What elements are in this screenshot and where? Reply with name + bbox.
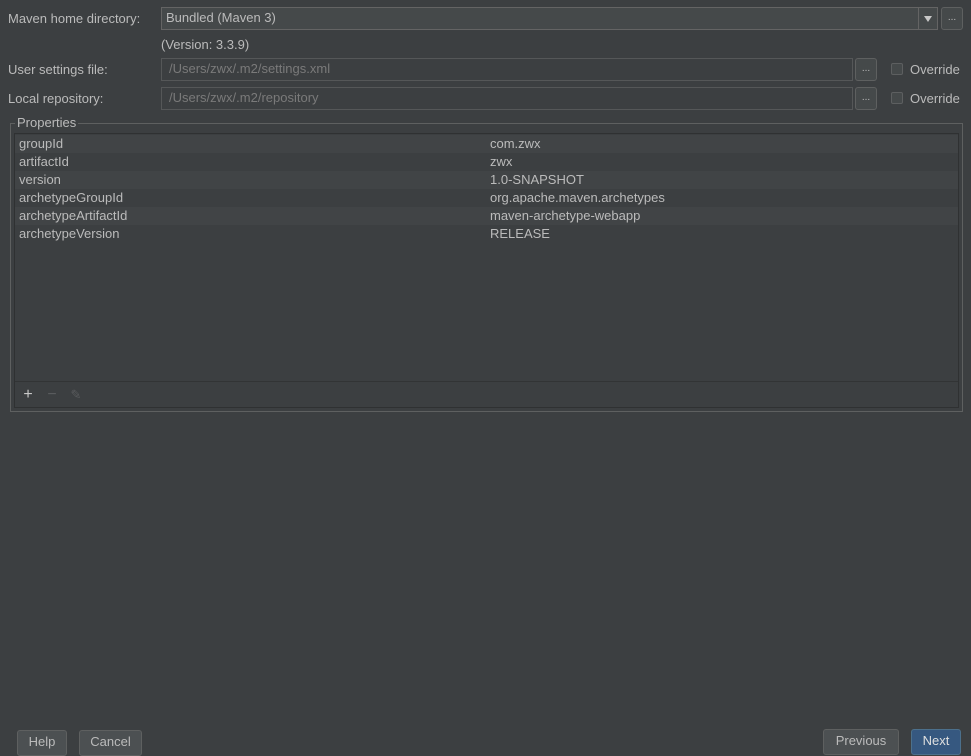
table-row[interactable]: artifactId zwx (15, 153, 958, 171)
local-repo-override-checkbox[interactable] (891, 92, 903, 104)
local-repo-field[interactable]: /Users/zwx/.m2/repository (161, 87, 853, 110)
local-repo-browse-button[interactable]: ... (855, 87, 877, 110)
property-key: archetypeGroupId (19, 190, 124, 205)
local-repo-override-label[interactable]: Override (910, 91, 960, 107)
user-settings-override-label[interactable]: Override (910, 62, 960, 78)
user-settings-value: /Users/zwx/.m2/settings.xml (169, 61, 331, 76)
property-value: maven-archetype-webapp (490, 208, 641, 223)
user-settings-browse-button[interactable]: ... (855, 58, 877, 81)
pencil-icon[interactable]: ✎ (69, 387, 83, 403)
user-settings-label: User settings file: (8, 62, 108, 77)
table-row[interactable]: version 1.0-SNAPSHOT (15, 171, 958, 189)
table-row[interactable]: archetypeGroupId org.apache.maven.archet… (15, 189, 958, 207)
properties-toolbar: + − ✎ (15, 381, 958, 408)
table-row[interactable]: archetypeArtifactId maven-archetype-weba… (15, 207, 958, 225)
maven-home-value: Bundled (Maven 3) (166, 10, 276, 25)
maven-home-dropdown-button[interactable] (918, 7, 938, 30)
user-settings-override-checkbox[interactable] (891, 63, 903, 75)
property-key: groupId (19, 136, 64, 151)
maven-version-note: (Version: 3.3.9) (161, 37, 250, 52)
properties-legend: Properties (15, 115, 79, 130)
property-key: archetypeVersion (19, 226, 120, 241)
property-value: org.apache.maven.archetypes (490, 190, 665, 205)
property-value: RELEASE (490, 226, 550, 241)
cancel-button[interactable]: Cancel (79, 730, 142, 756)
local-repo-value: /Users/zwx/.m2/repository (169, 90, 319, 105)
help-button[interactable]: Help (17, 730, 67, 756)
chevron-down-icon (924, 15, 932, 22)
plus-icon[interactable]: + (21, 387, 35, 403)
property-key: version (19, 172, 61, 187)
properties-table-body: groupId com.zwx artifactId zwx version 1… (15, 134, 958, 380)
local-repo-label: Local repository: (8, 91, 104, 106)
property-value: 1.0-SNAPSHOT (490, 172, 584, 187)
property-key: artifactId (19, 154, 69, 169)
property-key: archetypeArtifactId (19, 208, 128, 223)
minus-icon[interactable]: − (45, 387, 59, 403)
property-value: com.zwx (490, 136, 541, 151)
properties-table: groupId com.zwx artifactId zwx version 1… (14, 133, 959, 408)
previous-button[interactable]: Previous (823, 729, 899, 755)
maven-home-label: Maven home directory: (8, 11, 141, 26)
maven-home-browse-button[interactable]: ... (941, 7, 963, 30)
property-value: zwx (490, 154, 513, 169)
maven-home-combo[interactable]: Bundled (Maven 3) (161, 7, 919, 30)
table-row[interactable]: archetypeVersion RELEASE (15, 225, 958, 243)
user-settings-field[interactable]: /Users/zwx/.m2/settings.xml (161, 58, 853, 81)
next-button[interactable]: Next (911, 729, 961, 755)
table-row[interactable]: groupId com.zwx (15, 135, 958, 153)
